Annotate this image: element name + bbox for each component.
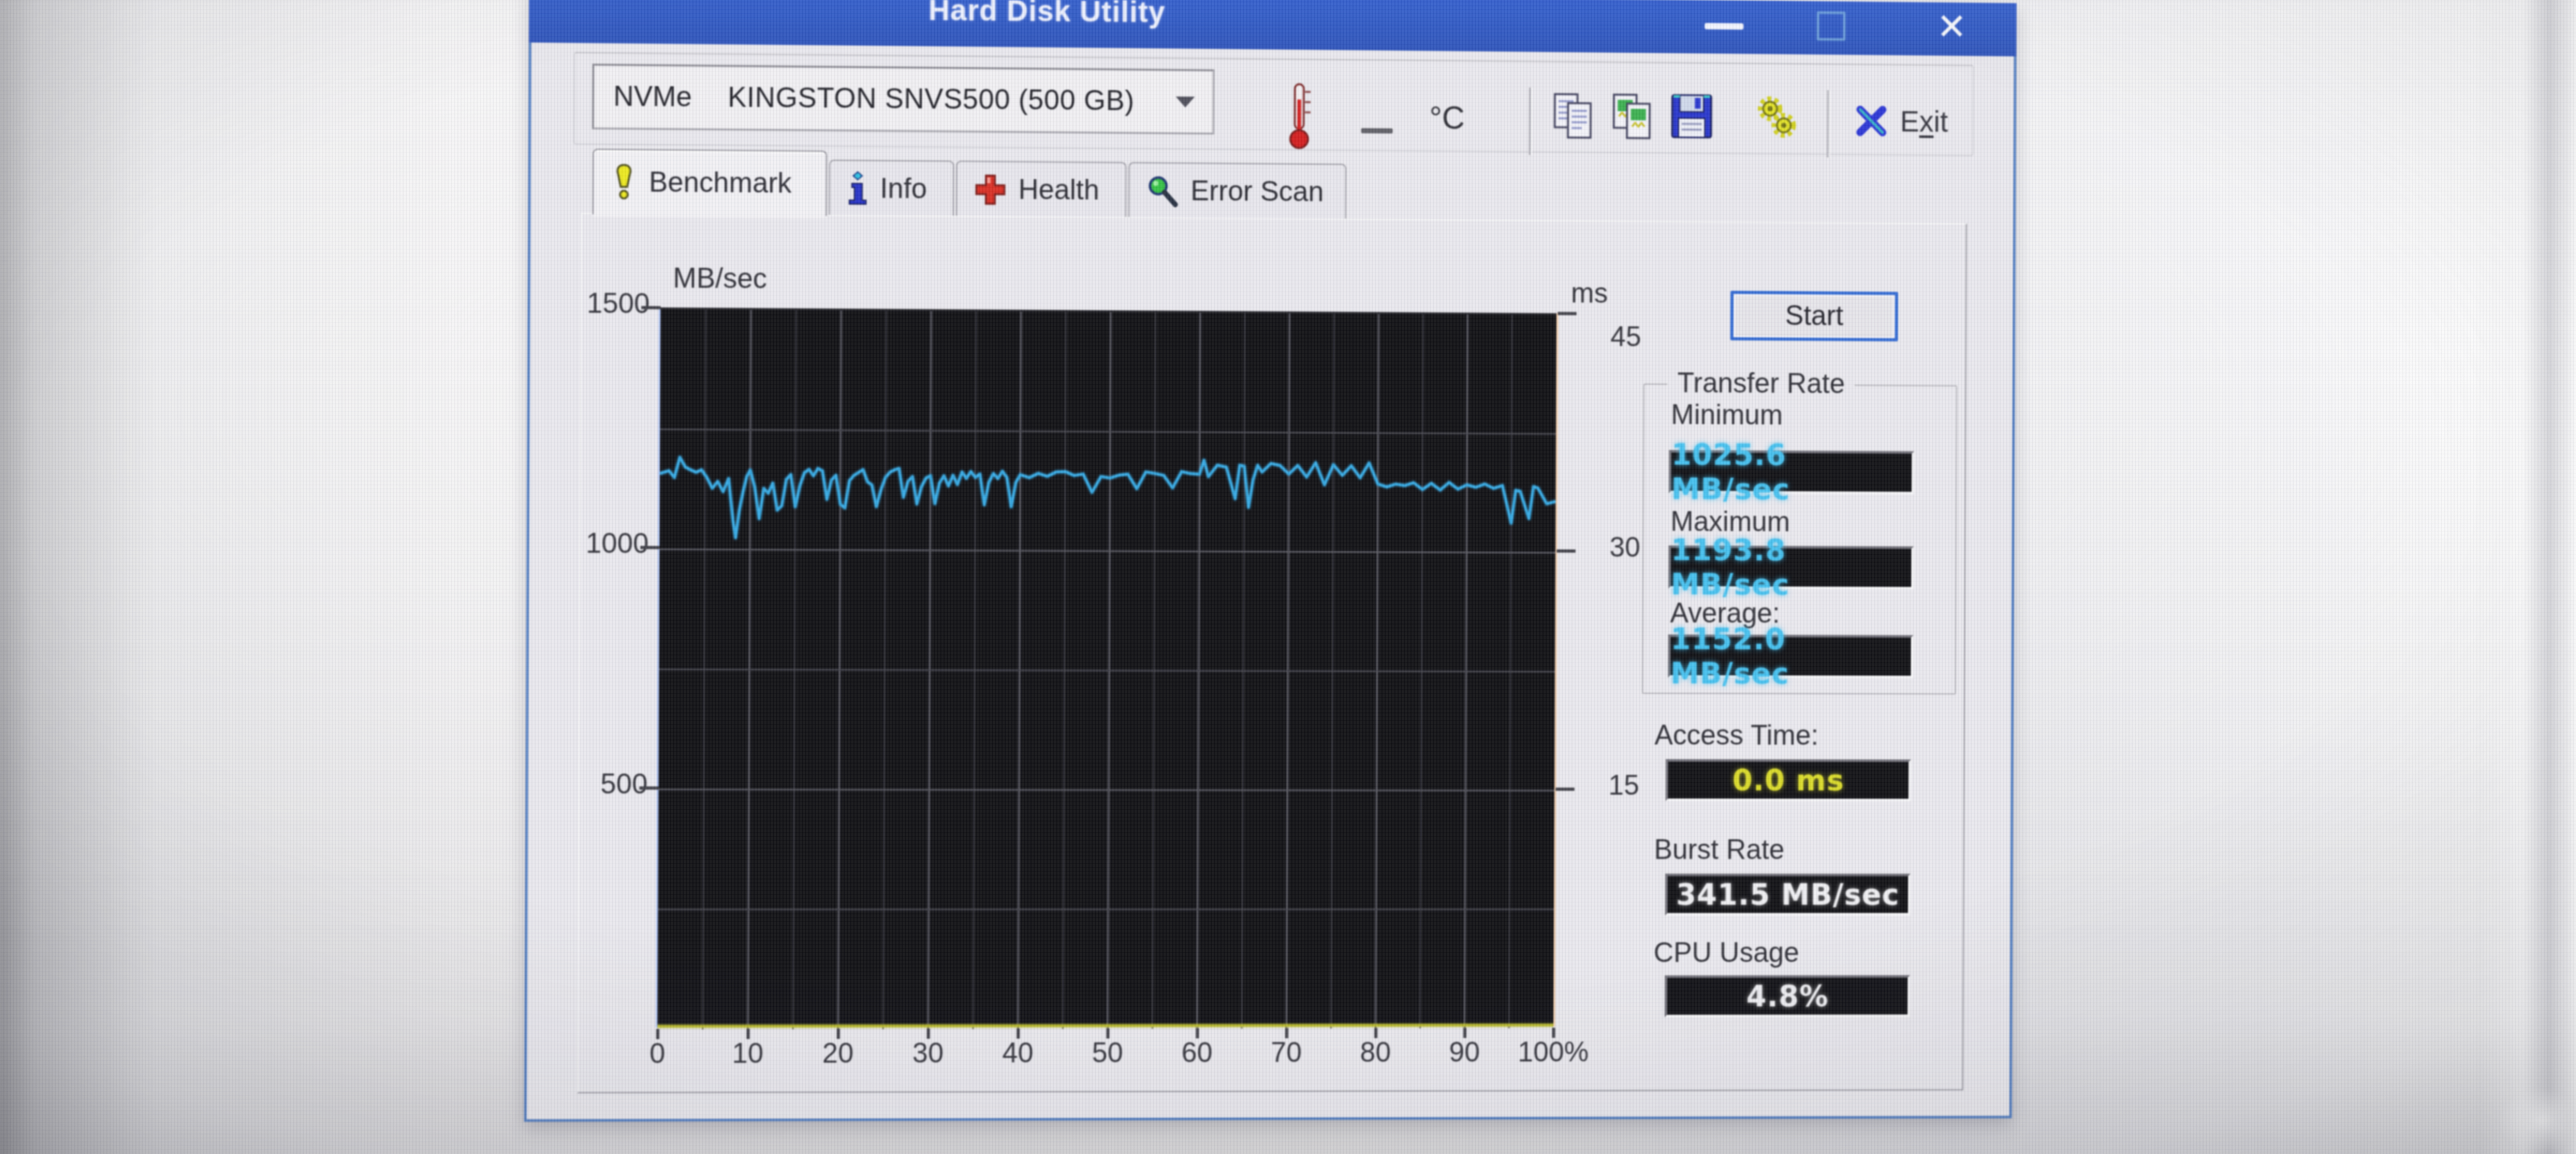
drive-bus-label: NVMe xyxy=(613,80,692,113)
x-axis-tick-label: 90 xyxy=(1414,1037,1515,1069)
temperature-value xyxy=(1361,128,1393,133)
y-right-tick-label: 15 xyxy=(1609,770,1684,802)
tab-info[interactable]: Info xyxy=(829,160,954,217)
magnifier-icon xyxy=(1146,175,1179,208)
x-axis-tick-mark xyxy=(746,1029,750,1039)
x-axis-tick-mark xyxy=(1374,1028,1378,1038)
photo-glare-spot xyxy=(2499,1088,2576,1153)
chart-canvas xyxy=(658,309,1557,1029)
drive-selector-dropdown[interactable]: NVMe KINGSTON SNVS500 (500 GB) xyxy=(592,64,1215,135)
y-left-tick-label: 500 xyxy=(551,768,648,800)
maximum-value: 1193.8 MB/sec xyxy=(1669,545,1914,589)
tab-health-label: Health xyxy=(1018,174,1099,207)
info-icon xyxy=(847,171,869,207)
access-time-value: 0.0 ms xyxy=(1665,759,1911,802)
minimum-label: Minimum xyxy=(1671,399,1783,431)
close-button[interactable]: ✕ xyxy=(1914,2,1989,56)
x-axis-tick-mark xyxy=(1017,1028,1020,1039)
lightning-icon xyxy=(611,164,638,201)
y-right-tick-mark xyxy=(1558,312,1577,315)
copy-image-button[interactable] xyxy=(1609,90,1656,144)
x-axis-tick-mark xyxy=(1463,1028,1466,1038)
toolbar-separator xyxy=(1529,88,1531,155)
x-axis-tick-label: 60 xyxy=(1146,1037,1248,1069)
tab-benchmark[interactable]: Benchmark xyxy=(592,149,828,216)
x-axis-tick-label: 40 xyxy=(967,1037,1068,1070)
maximize-button[interactable] xyxy=(1798,1,1867,55)
tab-health[interactable]: Health xyxy=(956,160,1126,218)
x-axis-tick-label: 30 xyxy=(877,1037,980,1070)
y-axis-unit-left: MB/sec xyxy=(673,263,767,296)
y-axis-unit-right: ms xyxy=(1571,278,1607,310)
burst-rate-value: 341.5 MB/sec xyxy=(1665,874,1910,916)
photo-background-streaks xyxy=(2479,0,2576,1154)
transfer-rate-group-label: Transfer Rate xyxy=(1667,367,1855,400)
x-axis-tick-label: 0 xyxy=(606,1038,709,1070)
y-right-tick-mark xyxy=(1556,788,1575,791)
health-cross-icon xyxy=(974,173,1007,207)
cpu-usage-value: 4.8% xyxy=(1665,975,1910,1017)
y-left-tick-label: 1500 xyxy=(553,287,650,320)
burst-rate-label: Burst Rate xyxy=(1654,834,1785,866)
x-axis-tick-label: 20 xyxy=(787,1037,889,1070)
chevron-down-icon xyxy=(1176,97,1195,108)
window-title: Hard Disk Utility xyxy=(805,0,1289,30)
x-axis-tick-mark xyxy=(927,1028,930,1039)
tab-benchmark-label: Benchmark xyxy=(649,167,792,200)
copy-text-icon xyxy=(1553,91,1595,140)
x-axis-tick-label: 50 xyxy=(1057,1037,1159,1070)
app-window: Hard Disk Utility ✕ NVMe KINGSTON SNVS50… xyxy=(524,0,2017,1122)
thermometer-icon xyxy=(1285,83,1315,153)
titlebar[interactable]: Hard Disk Utility ✕ xyxy=(529,0,2016,57)
x-axis-tick-label: 10 xyxy=(696,1037,799,1070)
x-axis-tick-mark xyxy=(837,1028,840,1039)
y-right-tick-label: 45 xyxy=(1611,321,1686,354)
x-axis-tick-label: 80 xyxy=(1325,1037,1426,1069)
copy-image-icon xyxy=(1612,92,1654,141)
tab-error-scan-label: Error Scan xyxy=(1191,175,1324,208)
save-icon xyxy=(1670,93,1714,142)
exit-label: Exit xyxy=(1900,104,1948,139)
cpu-usage-label: CPU Usage xyxy=(1654,937,1799,969)
exit-x-icon xyxy=(1854,103,1889,139)
x-axis-tick-mark xyxy=(1285,1028,1289,1038)
temperature-unit: °C xyxy=(1429,99,1464,137)
minimize-icon xyxy=(1705,23,1743,30)
y-left-tick-mark xyxy=(640,546,659,549)
minimum-value: 1025.6 MB/sec xyxy=(1669,450,1914,495)
copy-text-button[interactable] xyxy=(1550,89,1597,143)
save-screenshot-button[interactable] xyxy=(1669,90,1715,144)
average-value: 1152.0 MB/sec xyxy=(1668,634,1913,678)
tab-error-scan[interactable]: Error Scan xyxy=(1128,162,1347,220)
y-left-tick-mark xyxy=(641,306,661,309)
x-axis-tick-label: 100% xyxy=(1503,1037,1604,1069)
access-time-label: Access Time: xyxy=(1654,719,1819,752)
tab-info-label: Info xyxy=(880,173,927,205)
toolbar-separator xyxy=(1827,90,1829,158)
start-button[interactable]: Start xyxy=(1730,291,1899,342)
y-left-tick-mark xyxy=(639,786,659,790)
x-axis-tick-mark xyxy=(1552,1028,1555,1038)
minimize-button[interactable] xyxy=(1690,0,1759,54)
maximize-icon xyxy=(1817,12,1846,41)
drive-device-label: KINGSTON SNVS500 (500 GB) xyxy=(728,82,1135,117)
x-axis-tick-label: 70 xyxy=(1236,1037,1337,1069)
x-axis-tick-mark xyxy=(656,1029,659,1039)
x-axis-tick-mark xyxy=(1106,1028,1110,1039)
x-axis-tick-mark xyxy=(1196,1028,1199,1039)
y-right-tick-mark xyxy=(1557,549,1575,553)
y-right-tick-label: 30 xyxy=(1609,532,1685,564)
options-icon xyxy=(1754,92,1800,144)
exit-button[interactable]: Exit xyxy=(1854,95,2004,147)
options-button[interactable] xyxy=(1754,91,1800,144)
benchmark-chart xyxy=(658,307,1557,1027)
y-left-tick-label: 1000 xyxy=(553,527,649,560)
